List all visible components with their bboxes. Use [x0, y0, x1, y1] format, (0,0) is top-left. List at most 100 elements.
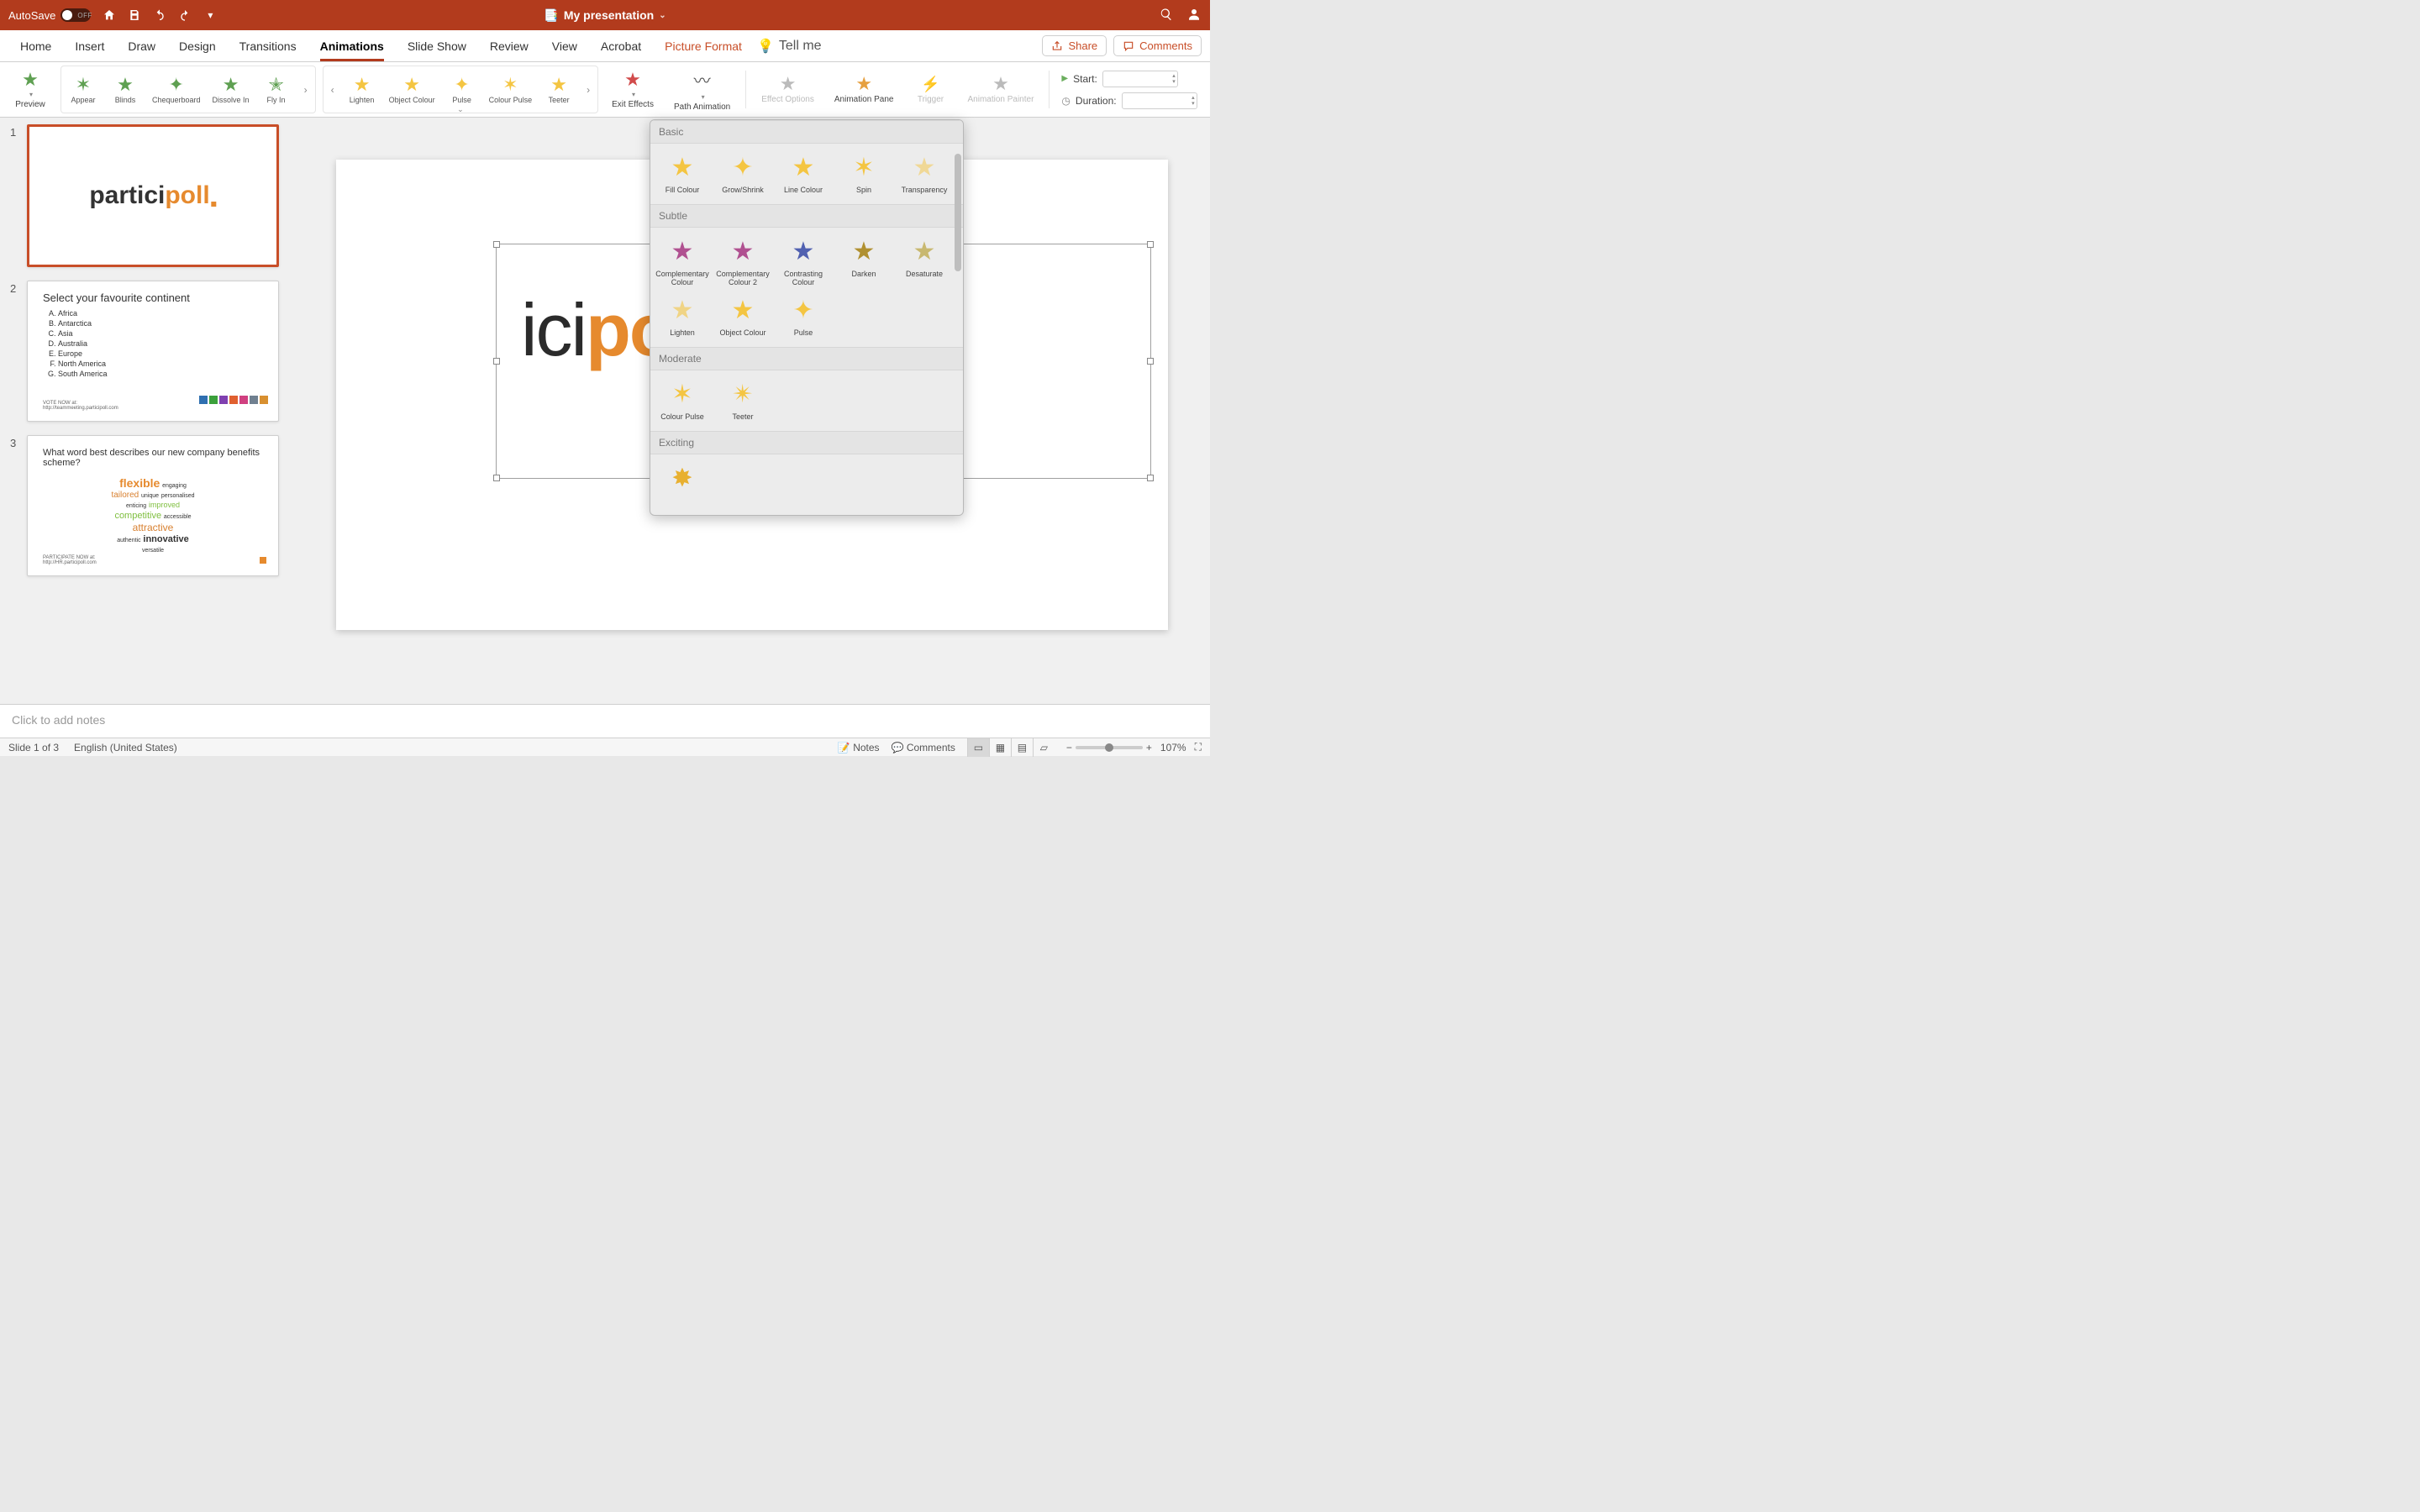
gallery-complementary-colour-2[interactable]: ★Complementary Colour 2 — [713, 234, 773, 293]
slide-indicator: Slide 1 of 3 — [8, 742, 59, 753]
quick-access-more-icon[interactable]: ▾ — [203, 8, 217, 22]
effect-appear[interactable]: ✶Appear — [63, 74, 103, 106]
autosave-toggle[interactable]: OFF — [60, 8, 91, 22]
effect-chequerboard[interactable]: ✦Chequerboard — [147, 74, 206, 106]
effect-blinds[interactable]: ★Blinds — [105, 74, 145, 106]
fit-to-window[interactable]: ⛶ — [1195, 741, 1202, 753]
account-icon[interactable] — [1186, 7, 1202, 24]
tab-slideshow[interactable]: Slide Show — [396, 30, 478, 61]
effect-teeter[interactable]: ★Teeter — [539, 74, 579, 106]
slide-number-1: 1 — [10, 124, 20, 267]
resize-handle[interactable] — [493, 358, 500, 365]
thumbnail-slide-3[interactable]: What word best describes our new company… — [27, 435, 279, 576]
tab-draw[interactable]: Draw — [116, 30, 167, 61]
tab-design[interactable]: Design — [167, 30, 228, 61]
view-slideshow[interactable]: ▱ — [1033, 738, 1055, 757]
gallery-transparency[interactable]: ★Transparency — [894, 150, 955, 201]
zoom-in[interactable]: + — [1146, 742, 1152, 753]
gallery-darken[interactable]: ★Darken — [834, 234, 894, 293]
zoom-percent[interactable]: 107% — [1160, 742, 1186, 753]
tell-me-search[interactable]: 💡 Tell me — [757, 38, 822, 55]
gallery-contrasting-colour[interactable]: ★Contrasting Colour — [773, 234, 834, 293]
animation-pane-button[interactable]: ★Animation Pane — [828, 66, 901, 113]
gallery-section-exciting: Exciting — [650, 431, 963, 454]
autosave-label: AutoSave — [8, 9, 55, 22]
presentation-icon: 📑 — [544, 8, 558, 23]
tab-transitions[interactable]: Transitions — [228, 30, 308, 61]
home-icon[interactable] — [103, 8, 116, 22]
tab-home[interactable]: Home — [8, 30, 63, 61]
tab-animations[interactable]: Animations — [308, 30, 396, 61]
clock-icon: ◷ — [1061, 95, 1070, 107]
view-normal[interactable]: ▭ — [967, 738, 989, 757]
animation-painter-button: ★Animation Painter — [960, 66, 1040, 113]
emphasis-prev[interactable]: ‹ — [325, 68, 340, 111]
status-bar: Slide 1 of 3 English (United States) 📝 N… — [0, 738, 1210, 756]
gallery-desaturate[interactable]: ★Desaturate — [894, 234, 955, 293]
effect-lighten[interactable]: ★Lighten — [342, 74, 382, 106]
gallery-fill-colour[interactable]: ★Fill Colour — [652, 150, 713, 201]
tab-acrobat[interactable]: Acrobat — [589, 30, 653, 61]
document-title[interactable]: 📑 My presentation ⌄ — [544, 8, 666, 23]
chevron-down-icon: ⌄ — [659, 11, 666, 20]
ribbon: ★▾Preview ✶Appear ★Blinds ✦Chequerboard … — [0, 62, 1210, 118]
redo-icon[interactable] — [178, 8, 192, 22]
start-label: Start: — [1073, 73, 1097, 85]
view-switcher: ▭ ▦ ▤ ▱ — [967, 738, 1055, 757]
notes-toggle[interactable]: 📝 Notes — [838, 742, 880, 753]
preview-button[interactable]: ★▾Preview — [7, 66, 54, 113]
slide-number-3: 3 — [10, 435, 20, 576]
gallery-pulse[interactable]: ✦Pulse — [773, 293, 834, 344]
tab-review[interactable]: Review — [478, 30, 540, 61]
thumbnail-slide-1[interactable]: participoll — [27, 124, 279, 267]
emphasis-dropdown-caret[interactable]: ⌄ — [457, 105, 464, 114]
comments-button[interactable]: Comments — [1113, 35, 1202, 56]
undo-icon[interactable] — [153, 8, 166, 22]
gallery-teeter[interactable]: ✴Teeter — [713, 377, 773, 428]
tab-view[interactable]: View — [540, 30, 589, 61]
resize-handle[interactable] — [1147, 475, 1154, 481]
effect-fly-in[interactable]: ✭Fly In — [256, 74, 297, 106]
save-icon[interactable] — [128, 8, 141, 22]
tab-insert[interactable]: Insert — [63, 30, 116, 61]
view-sorter[interactable]: ▦ — [989, 738, 1011, 757]
gallery-colour-pulse[interactable]: ✶Colour Pulse — [652, 377, 713, 428]
gallery-scrollbar[interactable] — [955, 154, 961, 510]
start-select[interactable]: ▴▾ — [1102, 71, 1178, 87]
gallery-section-basic: Basic — [650, 120, 963, 144]
notes-pane[interactable]: Click to add notes — [0, 704, 1210, 738]
gallery-exciting-item[interactable]: ✸ — [652, 461, 713, 512]
resize-handle[interactable] — [493, 475, 500, 481]
gallery-lighten[interactable]: ★Lighten — [652, 293, 713, 344]
resize-handle[interactable] — [1147, 241, 1154, 248]
view-reading[interactable]: ▤ — [1011, 738, 1033, 757]
slide-number-2: 2 — [10, 281, 20, 422]
gallery-spin[interactable]: ✶Spin — [834, 150, 894, 201]
effect-dissolve-in[interactable]: ★Dissolve In — [208, 74, 255, 106]
search-icon[interactable] — [1160, 8, 1173, 24]
effect-pulse[interactable]: ✦Pulse — [442, 74, 482, 106]
language-indicator[interactable]: English (United States) — [74, 742, 177, 753]
gallery-object-colour[interactable]: ★Object Colour — [713, 293, 773, 344]
resize-handle[interactable] — [493, 241, 500, 248]
share-button[interactable]: Share — [1042, 35, 1107, 56]
gallery-grow-shrink[interactable]: ✦Grow/Shrink — [713, 150, 773, 201]
resize-handle[interactable] — [1147, 358, 1154, 365]
zoom-out[interactable]: − — [1066, 742, 1072, 753]
effect-object-colour[interactable]: ★Object Colour — [384, 74, 440, 106]
bulb-icon: 💡 — [757, 38, 774, 55]
gallery-line-colour[interactable]: ★Line Colour — [773, 150, 834, 201]
tab-picture-format[interactable]: Picture Format — [653, 30, 754, 61]
path-animation-button[interactable]: 〰▾Path Animation — [667, 66, 737, 113]
duration-input[interactable]: ▴▾ — [1122, 92, 1197, 109]
thumbnail-slide-2[interactable]: Select your favourite continent AfricaAn… — [27, 281, 279, 422]
gallery-complementary-colour[interactable]: ★Complementary Colour — [652, 234, 713, 293]
entrance-next[interactable]: › — [298, 68, 313, 111]
exit-effects-button[interactable]: ★▾Exit Effects — [605, 66, 660, 113]
zoom-slider[interactable] — [1076, 746, 1143, 749]
slide-thumbnails-panel: 1 participoll 2 Select your favourite co… — [0, 118, 294, 704]
emphasis-next[interactable]: › — [581, 68, 596, 111]
comments-toggle[interactable]: 💬 Comments — [892, 742, 955, 753]
gallery-section-moderate: Moderate — [650, 347, 963, 370]
effect-colour-pulse[interactable]: ✶Colour Pulse — [484, 74, 538, 106]
